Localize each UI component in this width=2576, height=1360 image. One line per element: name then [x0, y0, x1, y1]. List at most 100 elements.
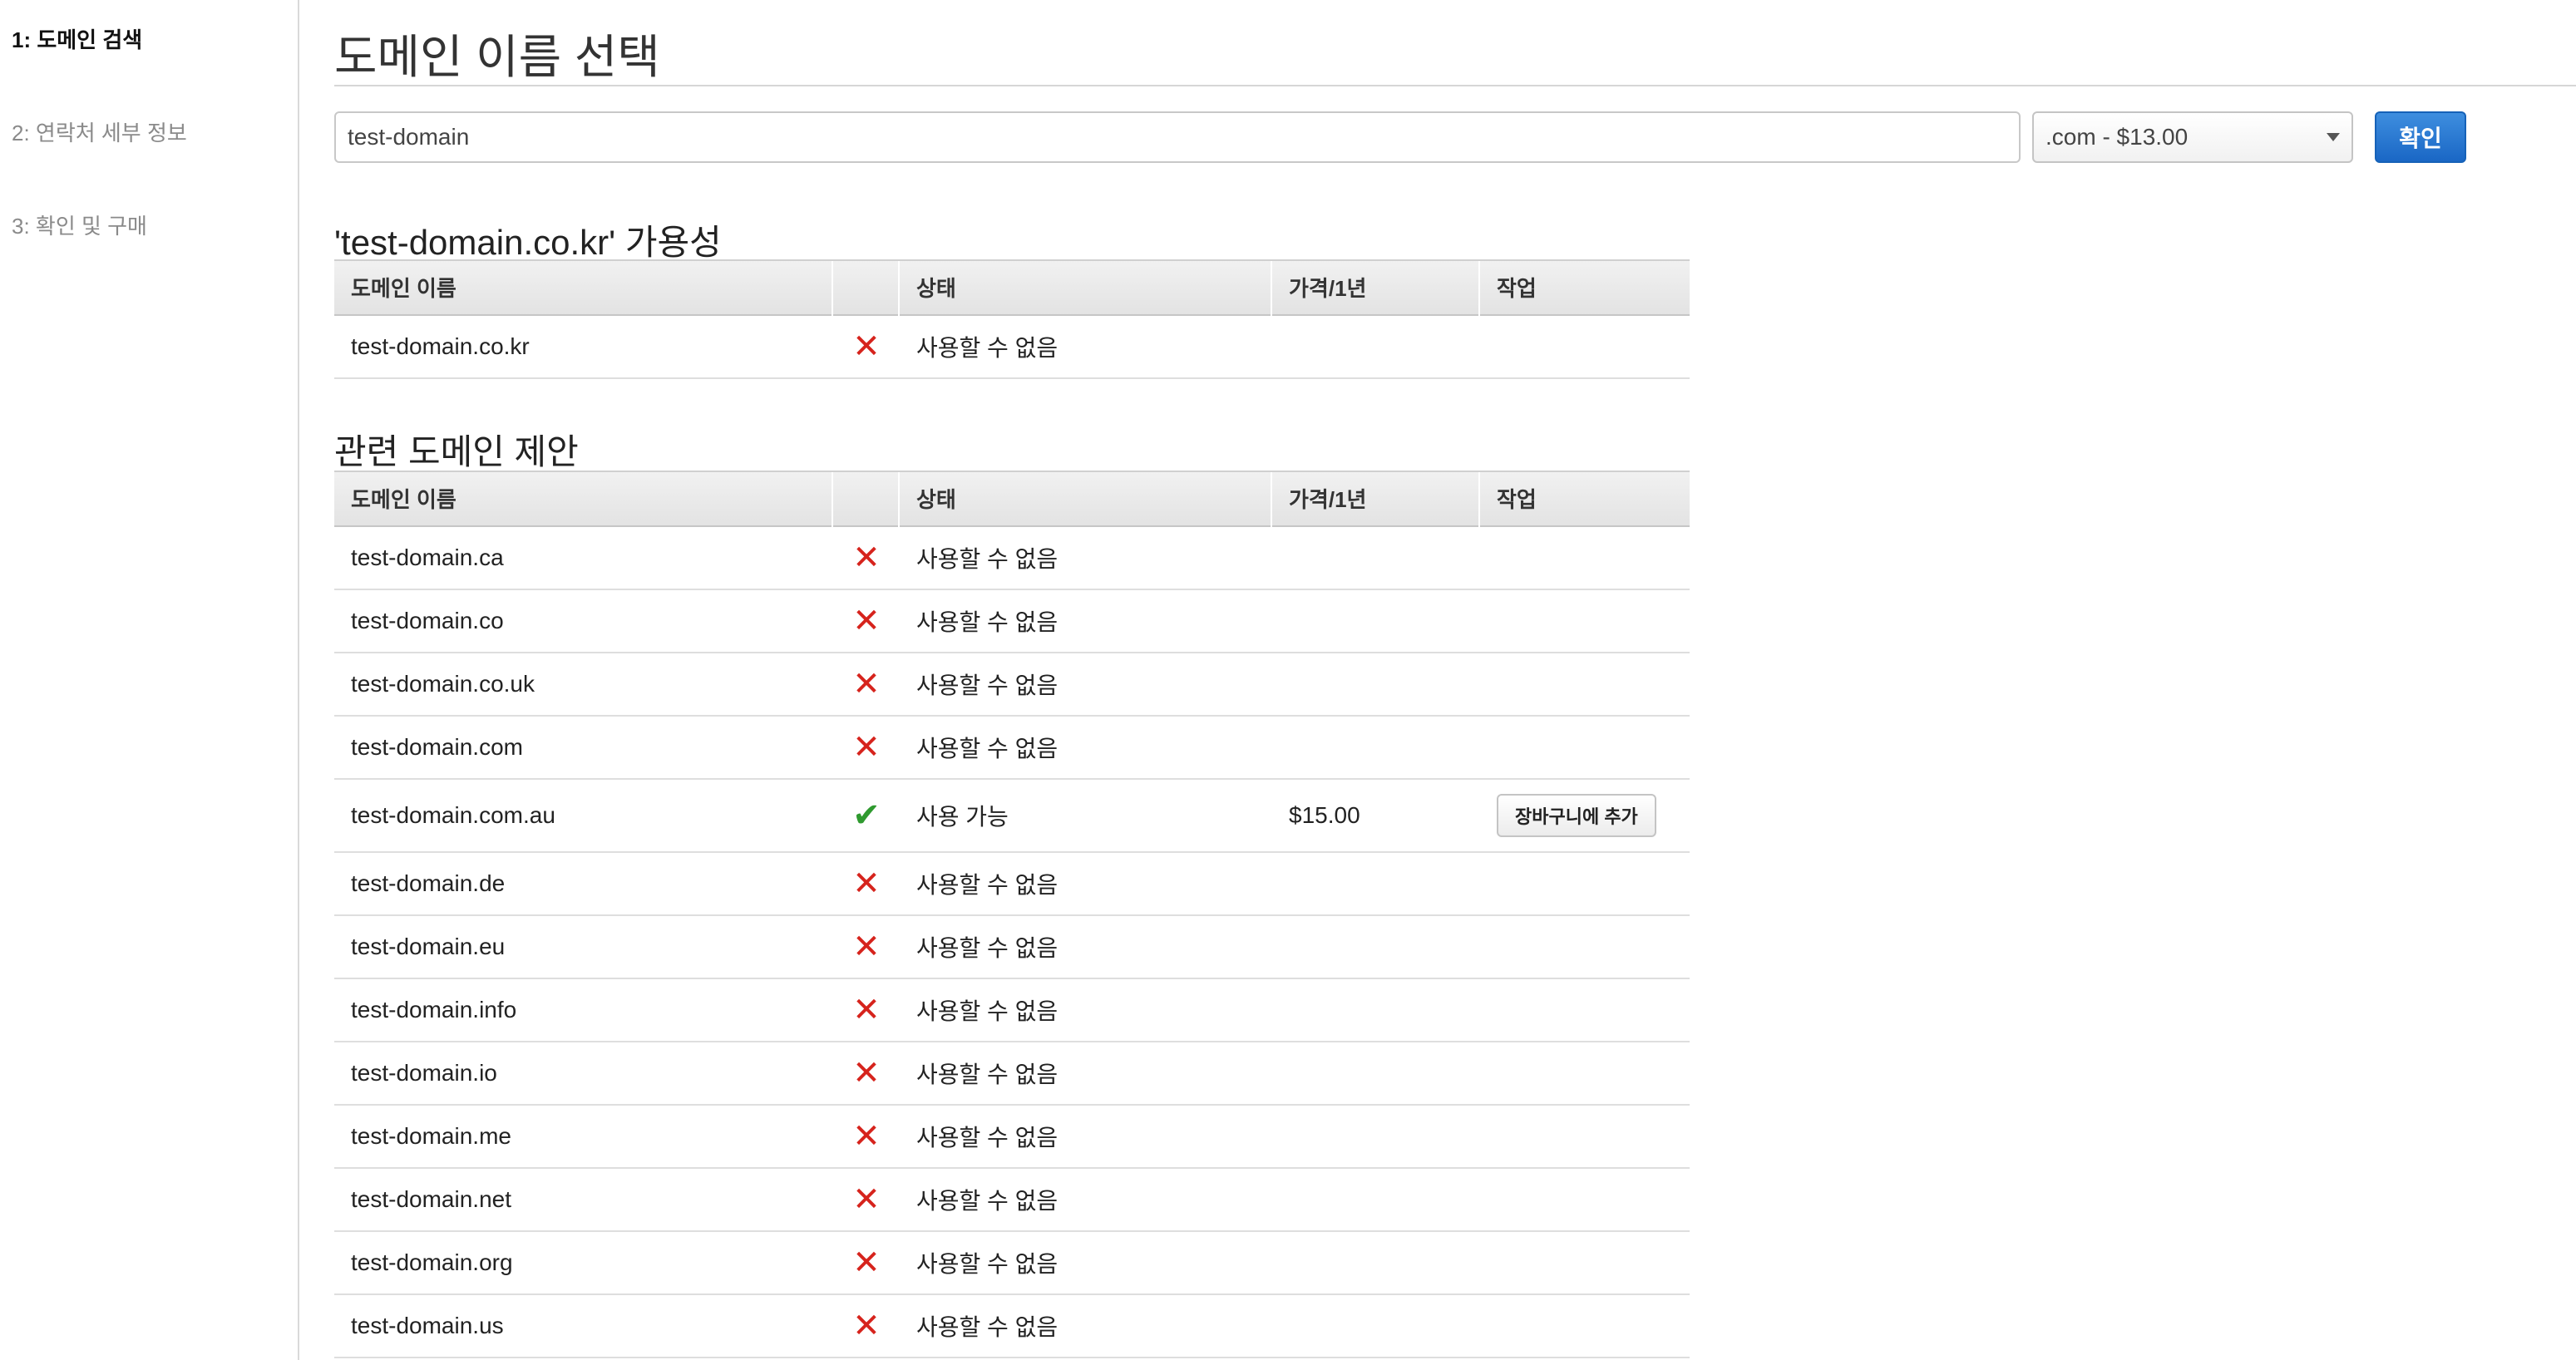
column-header-price[interactable]: 가격/1년 [1272, 472, 1480, 527]
table-row: test-domain.co.uk ✕ 사용할 수 없음 [334, 653, 1690, 717]
suggestions-section-title: 관련 도메인 제안 [334, 432, 579, 471]
main-content: 도메인 이름 선택 .com - $13.00 확인 'test-domain.… [334, 0, 2576, 1360]
status-icon-cell: ✕ [833, 653, 900, 715]
table-row: test-domain.co.kr ✕ 사용할 수 없음 [334, 316, 1690, 379]
status-text-cell: 사용할 수 없음 [916, 335, 1059, 361]
tld-select-value: .com - $13.00 [2046, 124, 2189, 150]
suggestions-table-body: test-domain.ca ✕ 사용할 수 없음 test-domain.co ✕ 사용… [334, 527, 1690, 1358]
column-header-action: 작업 [1497, 276, 1537, 301]
domain-name-cell: test-domain.com.au [351, 802, 555, 828]
domain-name-cell: test-domain.me [351, 1123, 511, 1149]
add-to-cart-button[interactable]: 장바구니에 추가 [1497, 794, 1656, 837]
status-icon-cell: ✕ [833, 527, 900, 589]
step-review-purchase[interactable]: 3: 확인 및 구매 [12, 209, 147, 240]
table-row: test-domain.net ✕ 사용할 수 없음 [334, 1169, 1690, 1232]
status-text-cell: 사용할 수 없음 [916, 998, 1059, 1024]
status-text-cell: 사용할 수 없음 [916, 1062, 1059, 1087]
column-header-price[interactable]: 가격/1년 [1272, 261, 1480, 316]
table-row: test-domain.ca ✕ 사용할 수 없음 [334, 527, 1690, 590]
tld-price-select[interactable]: .com - $13.00 [2032, 111, 2353, 163]
suggestions-table: 도메인 이름 상태 가격/1년 작업 test-domain.ca ✕ 사용할 수 … [334, 471, 1690, 1358]
domain-name-cell: test-domain.com [351, 734, 523, 760]
table-row: test-domain.us ✕ 사용할 수 없음 [334, 1295, 1690, 1358]
domain-name-cell: test-domain.info [351, 997, 517, 1022]
domain-name-cell: test-domain.us [351, 1313, 504, 1338]
status-text-cell: 사용할 수 없음 [916, 1251, 1059, 1277]
x-mark-icon: ✕ [852, 1244, 881, 1281]
confirm-button[interactable]: 확인 [2375, 111, 2466, 163]
column-header-status[interactable]: 상태 [900, 472, 1272, 527]
status-icon-cell: ✕ [833, 1295, 900, 1357]
status-icon-cell: ✕ [833, 1232, 900, 1293]
domain-name-cell: test-domain.ca [351, 544, 504, 570]
table-header: 도메인 이름 상태 가격/1년 작업 [334, 471, 1690, 527]
step-contact-details[interactable]: 2: 연락처 세부 정보 [12, 116, 187, 147]
status-icon-cell: ✔ [833, 780, 900, 851]
x-mark-icon: ✕ [852, 1181, 881, 1218]
column-header-icon [833, 261, 900, 316]
table-row: test-domain.org ✕ 사용할 수 없음 [334, 1232, 1690, 1295]
table-row: test-domain.me ✕ 사용할 수 없음 [334, 1106, 1690, 1169]
title-divider [334, 85, 2576, 86]
price-cell: $15.00 [1289, 802, 1360, 828]
status-icon-cell: ✕ [833, 1169, 900, 1230]
domain-name-cell: test-domain.co.uk [351, 671, 535, 697]
x-mark-icon: ✕ [852, 865, 881, 902]
x-mark-icon: ✕ [852, 540, 881, 576]
table-row: test-domain.com.au ✔ 사용 가능 $15.00 장바구니에 추가 [334, 780, 1690, 853]
domain-name-cell: test-domain.co [351, 608, 504, 633]
domain-name-cell: test-domain.net [351, 1186, 511, 1212]
x-mark-icon: ✕ [852, 328, 881, 365]
status-icon-cell: ✕ [833, 717, 900, 778]
status-text-cell: 사용할 수 없음 [916, 935, 1059, 961]
status-text-cell: 사용할 수 없음 [916, 546, 1059, 572]
table-row: test-domain.co ✕ 사용할 수 없음 [334, 590, 1690, 653]
status-text-cell: 사용할 수 없음 [916, 673, 1059, 698]
x-mark-icon: ✕ [852, 992, 881, 1028]
x-mark-icon: ✕ [852, 1055, 881, 1091]
action-cell: 장바구니에 추가 [1497, 780, 1656, 851]
status-text-cell: 사용할 수 없음 [916, 736, 1059, 761]
x-mark-icon: ✕ [852, 603, 881, 639]
dropdown-caret-icon [2327, 133, 2340, 141]
column-header-domain[interactable]: 도메인 이름 [334, 472, 833, 527]
status-icon-cell: ✕ [833, 590, 900, 652]
column-header-icon [833, 472, 900, 527]
table-row: test-domain.de ✕ 사용할 수 없음 [334, 853, 1690, 916]
column-header-domain[interactable]: 도메인 이름 [334, 261, 833, 316]
status-text-cell: 사용 가능 [916, 804, 1009, 830]
status-icon-cell: ✕ [833, 979, 900, 1041]
status-icon-cell: ✕ [833, 1106, 900, 1167]
status-icon-cell: ✕ [833, 1042, 900, 1104]
domain-name-cell: test-domain.org [351, 1249, 513, 1275]
x-mark-icon: ✕ [852, 929, 881, 965]
status-text-cell: 사용할 수 없음 [916, 1314, 1059, 1340]
table-row: test-domain.eu ✕ 사용할 수 없음 [334, 916, 1690, 979]
page-title: 도메인 이름 선택 [334, 31, 660, 83]
availability-table: 도메인 이름 상태 가격/1년 작업 test-domain.co.kr ✕ 사용할… [334, 259, 1690, 379]
table-row: test-domain.com ✕ 사용할 수 없음 [334, 717, 1690, 780]
domain-name-cell: test-domain.de [351, 870, 506, 896]
column-header-status[interactable]: 상태 [900, 261, 1272, 316]
status-text-cell: 사용할 수 없음 [916, 872, 1059, 898]
table-row: test-domain.info ✕ 사용할 수 없음 [334, 979, 1690, 1042]
wizard-steps-sidebar: 1: 도메인 검색 2: 연락처 세부 정보 3: 확인 및 구매 [0, 0, 299, 1360]
x-mark-icon: ✕ [852, 1118, 881, 1155]
table-row: test-domain.io ✕ 사용할 수 없음 [334, 1042, 1690, 1106]
status-icon-cell: ✕ [833, 916, 900, 978]
checkmark-icon: ✔ [852, 797, 881, 834]
x-mark-icon: ✕ [852, 1308, 881, 1344]
status-text-cell: 사용할 수 없음 [916, 609, 1059, 635]
domain-name-cell: test-domain.eu [351, 934, 506, 959]
x-mark-icon: ✕ [852, 729, 881, 766]
status-icon-cell: ✕ [833, 853, 900, 914]
availability-table-body: test-domain.co.kr ✕ 사용할 수 없음 [334, 316, 1690, 379]
status-text-cell: 사용할 수 없음 [916, 1125, 1059, 1151]
availability-section-title: 'test-domain.co.kr' 가용성 [334, 223, 722, 262]
domain-name-cell: test-domain.co.kr [351, 333, 530, 359]
domain-search-input[interactable] [334, 111, 2021, 163]
column-header-action: 작업 [1497, 487, 1537, 512]
x-mark-icon: ✕ [852, 666, 881, 702]
step-domain-search[interactable]: 1: 도메인 검색 [12, 23, 142, 54]
table-header: 도메인 이름 상태 가격/1년 작업 [334, 259, 1690, 316]
